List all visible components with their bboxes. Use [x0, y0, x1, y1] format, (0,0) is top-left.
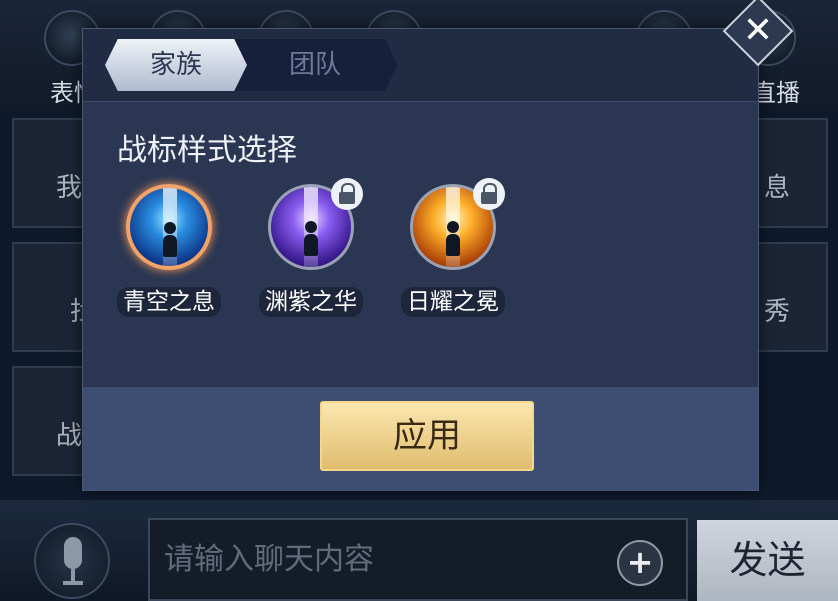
- tab-team[interactable]: 团队: [233, 39, 397, 91]
- microphone-icon[interactable]: [34, 523, 110, 599]
- chat-input[interactable]: 请输入聊天内容: [148, 518, 688, 601]
- tab-family[interactable]: 家族: [105, 39, 247, 91]
- lock-icon: [331, 178, 363, 210]
- emblem-option-blue[interactable]: 青空之息: [109, 184, 229, 324]
- apply-button[interactable]: 应用: [320, 401, 534, 471]
- side-panel-label: 我: [56, 173, 83, 203]
- emblem-label: 青空之息: [109, 282, 229, 317]
- close-icon: ✕: [742, 9, 774, 51]
- emblem-option-orange[interactable]: 日耀之冕: [393, 178, 513, 324]
- side-panel-right-2[interactable]: 秀: [748, 242, 828, 352]
- side-panel-left-3[interactable]: 战: [12, 366, 92, 476]
- side-panel-left-1[interactable]: 我: [12, 118, 92, 228]
- lock-icon: [473, 178, 505, 210]
- emblem-label: 渊紫之华: [251, 282, 371, 317]
- side-panel-label: 战: [56, 421, 83, 451]
- side-panel-label: 秀: [764, 297, 791, 327]
- side-panel-label: 息: [764, 173, 791, 203]
- emblem-badge-icon: [126, 184, 212, 270]
- section-title: 战标样式选择: [117, 133, 297, 168]
- plus-icon[interactable]: +: [617, 540, 663, 586]
- emblem-option-purple[interactable]: 渊紫之华: [251, 178, 371, 324]
- toolbar-label-live: 直播: [752, 79, 800, 107]
- side-panel-left-2[interactable]: 找: [12, 242, 96, 352]
- send-button[interactable]: 发送: [697, 520, 838, 601]
- emblem-style-dialog: 团队 家族 战标样式选择 青空之息 渊紫之华 日耀之冕 应用: [82, 28, 759, 491]
- side-panel-right-1[interactable]: 息: [748, 118, 828, 228]
- dialog-header: 团队 家族: [83, 29, 758, 102]
- emblem-label: 日耀之冕: [393, 282, 513, 317]
